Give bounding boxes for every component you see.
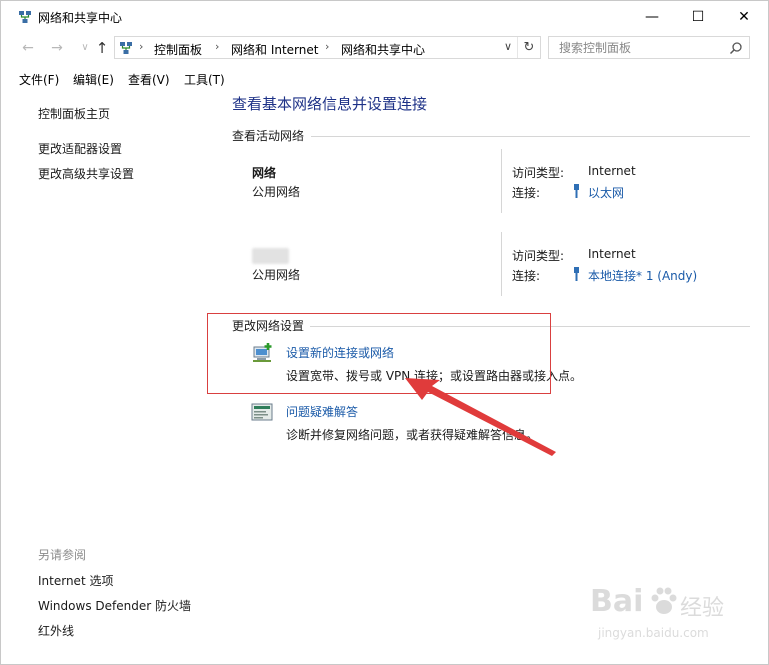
troubleshoot-desc: 诊断并修复网络问题，或者获得疑难解答信息。 bbox=[286, 428, 539, 442]
minimize-button[interactable]: — bbox=[629, 1, 675, 32]
connection-link-ethernet[interactable]: 以太网 bbox=[588, 184, 624, 201]
see-also-heading: 另请参阅 bbox=[38, 548, 87, 562]
close-icon: ✕ bbox=[738, 8, 750, 25]
breadcrumb-separator[interactable]: › bbox=[325, 40, 329, 53]
network-type: 公用网络 bbox=[252, 268, 301, 282]
window-title: 网络和共享中心 bbox=[38, 11, 123, 25]
menu-edit[interactable]: 编辑(E) bbox=[73, 71, 114, 88]
arrow-left-icon: ← bbox=[22, 40, 34, 56]
connection-label: 连接: bbox=[512, 186, 541, 200]
watermark-url: jingyan.baidu.com bbox=[598, 626, 709, 640]
page-title: 查看基本网络信息并设置连接 bbox=[232, 95, 428, 113]
network-type: 公用网络 bbox=[252, 185, 301, 199]
divider bbox=[501, 232, 502, 296]
ethernet-icon bbox=[574, 184, 579, 198]
connection-label: 连接: bbox=[512, 269, 541, 283]
breadcrumb-network-internet[interactable]: 网络和 Internet bbox=[231, 41, 318, 58]
breadcrumb-separator[interactable]: › bbox=[215, 40, 219, 53]
access-type-label: 访问类型: bbox=[512, 249, 565, 263]
access-type-value: Internet bbox=[588, 247, 636, 261]
search-box bbox=[548, 36, 750, 59]
menu-file[interactable]: 文件(F) bbox=[19, 71, 59, 88]
chevron-down-icon: ∨ bbox=[81, 42, 89, 53]
network-center-icon bbox=[19, 11, 31, 23]
annotation-highlight-box bbox=[207, 313, 551, 394]
search-icon[interactable] bbox=[729, 41, 743, 55]
refresh-icon[interactable]: ↻ bbox=[517, 37, 540, 58]
search-input[interactable] bbox=[557, 39, 721, 57]
maximize-button[interactable]: ☐ bbox=[675, 1, 721, 32]
maximize-icon: ☐ bbox=[691, 8, 705, 25]
watermark-brand: Bai bbox=[590, 584, 644, 619]
back-button[interactable]: ← bbox=[18, 38, 38, 58]
see-also-defender-firewall[interactable]: Windows Defender 防火墙 bbox=[38, 597, 191, 614]
active-networks-heading: 查看活动网络 bbox=[232, 129, 305, 143]
arrow-right-icon: → bbox=[51, 40, 63, 56]
paw-icon bbox=[651, 587, 677, 614]
sidebar-item-control-panel-home[interactable]: 控制面板主页 bbox=[38, 105, 110, 122]
access-type-label: 访问类型: bbox=[512, 166, 565, 180]
title-bar: 网络和共享中心 — ☐ ✕ bbox=[1, 1, 768, 33]
sidebar-item-change-advanced-sharing[interactable]: 更改高级共享设置 bbox=[38, 165, 134, 182]
ethernet-icon bbox=[574, 267, 579, 281]
breadcrumb-control-panel[interactable]: 控制面板 bbox=[154, 41, 202, 58]
arrow-up-icon: ↑ bbox=[95, 39, 109, 57]
troubleshoot-icon bbox=[251, 403, 273, 421]
network-name: 网络 bbox=[252, 166, 277, 180]
divider bbox=[501, 149, 502, 213]
connection-link-local[interactable]: 本地连接* 1 (Andy) bbox=[588, 267, 697, 284]
menu-bar: 文件(F) 编辑(E) 查看(V) 工具(T) bbox=[1, 68, 768, 90]
blurred-network-name bbox=[252, 248, 289, 264]
menu-view[interactable]: 查看(V) bbox=[128, 71, 170, 88]
breadcrumb-separator: › bbox=[139, 40, 144, 53]
baidu-watermark: Bai 经验 jingyan.baidu.com bbox=[590, 580, 730, 650]
access-type-value: Internet bbox=[588, 164, 636, 178]
close-button[interactable]: ✕ bbox=[721, 1, 767, 32]
address-dropdown-icon[interactable]: ∨ bbox=[504, 40, 512, 53]
control-panel-icon bbox=[120, 42, 132, 54]
divider bbox=[311, 136, 750, 137]
see-also-internet-options[interactable]: Internet 选项 bbox=[38, 572, 113, 589]
menu-tools[interactable]: 工具(T) bbox=[184, 71, 225, 88]
sidebar-item-change-adapter-settings[interactable]: 更改适配器设置 bbox=[38, 140, 122, 157]
watermark-brand-cn: 经验 bbox=[680, 596, 725, 621]
see-also-infrared[interactable]: 红外线 bbox=[38, 622, 74, 639]
forward-button[interactable]: → bbox=[47, 38, 67, 58]
troubleshoot-link[interactable]: 问题疑难解答 bbox=[286, 403, 358, 420]
breadcrumb-network-sharing-center[interactable]: 网络和共享中心 bbox=[341, 41, 425, 58]
minimize-icon: — bbox=[645, 8, 659, 25]
up-button[interactable]: ↑ bbox=[92, 38, 112, 58]
address-bar[interactable]: › 控制面板 › 网络和 Internet › 网络和共享中心 ∨ ↻ bbox=[114, 36, 541, 59]
